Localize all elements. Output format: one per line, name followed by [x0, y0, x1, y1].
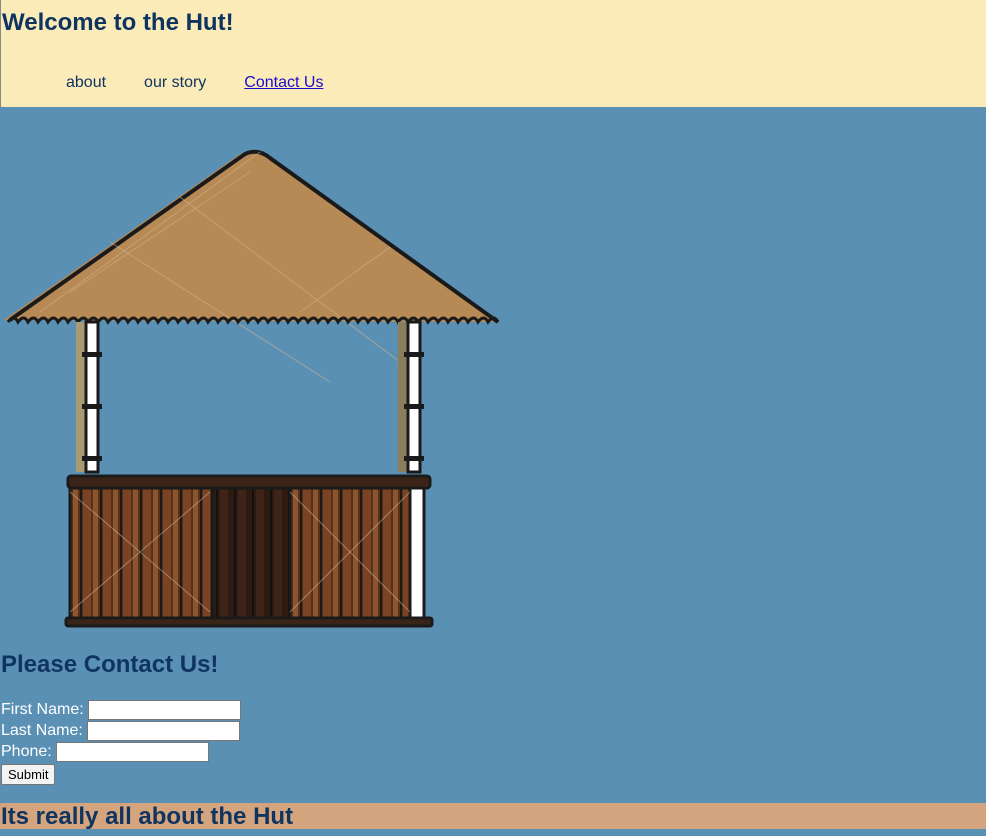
counter: [64, 474, 434, 628]
phone-label: Phone:: [1, 743, 52, 760]
nav-about[interactable]: about: [66, 73, 106, 92]
first-name-row: First Name:: [1, 699, 241, 720]
phone-input[interactable]: [55, 741, 209, 762]
last-name-row: Last Name:: [1, 720, 241, 741]
nav-contact-us[interactable]: Contact Us: [244, 73, 323, 92]
posts: [76, 320, 424, 474]
last-name-input[interactable]: [86, 720, 240, 741]
site-header: Welcome to the Hut! about our story Cont…: [0, 0, 986, 107]
main-nav: about our story Contact Us: [66, 73, 361, 92]
submit-button[interactable]: Submit: [1, 764, 56, 785]
footer-text: Its really all about the Hut: [1, 803, 294, 830]
site-title: Welcome to the Hut!: [2, 9, 234, 36]
last-name-label: Last Name:: [1, 722, 83, 739]
contact-heading: Please Contact Us!: [1, 651, 219, 678]
first-name-label: First Name:: [1, 701, 84, 718]
site-footer: Its really all about the Hut: [0, 803, 986, 830]
nav-our-story[interactable]: our story: [144, 73, 206, 92]
contact-form: First Name: Last Name: Phone: Submit: [1, 699, 241, 785]
hut-illustration: [0, 142, 505, 632]
first-name-input[interactable]: [87, 699, 241, 720]
phone-row: Phone:: [1, 741, 241, 762]
